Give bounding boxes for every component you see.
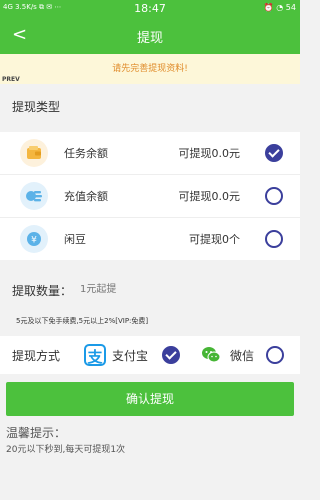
section-title-withdraw-type: 提现类型: [12, 100, 61, 114]
fee-note: 5元及以下免手续费,5元以上2%[VIP:免费]: [16, 317, 149, 325]
wallet-icon: [20, 139, 48, 167]
yen-icon: ¥: [20, 225, 48, 253]
withdraw-type-list: 任务余额 可提现0.0元 充值余额 可提现0.0元 ¥ 闲豆 可提现0个: [0, 132, 300, 260]
radio-recharge-balance[interactable]: [265, 187, 283, 205]
method-label: 提现方式: [12, 349, 61, 363]
prev-label: PREV: [2, 76, 20, 83]
option-task-balance[interactable]: 任务余额 可提现0.0元: [0, 132, 300, 174]
tips-title: 温馨提示：: [6, 426, 67, 440]
radio-task-balance[interactable]: [265, 144, 283, 162]
option-name: 充值余额: [64, 190, 108, 203]
confirm-withdraw-button[interactable]: 确认提现: [6, 382, 294, 416]
notice-banner[interactable]: 请先完善提现资料!: [0, 54, 300, 84]
page-title: 提现: [136, 31, 163, 46]
status-right-indicators: ⏰ ◔ 54: [263, 3, 296, 12]
nav-bar: < 提现: [0, 18, 300, 54]
svg-text:¥: ¥: [31, 236, 37, 246]
amount-input[interactable]: [80, 278, 280, 300]
option-available: 可提现0.0元: [178, 190, 241, 203]
wechat-icon[interactable]: [200, 344, 222, 366]
status-time: 18:47: [134, 2, 166, 15]
coins-icon: [20, 182, 48, 210]
withdraw-method-row: 提现方式 支 支付宝 微信: [0, 336, 300, 374]
wechat-label[interactable]: 微信: [230, 347, 254, 364]
alipay-label[interactable]: 支付宝: [112, 347, 148, 364]
radio-wechat[interactable]: [266, 346, 284, 364]
option-name: 闲豆: [64, 233, 86, 246]
tips-text: 20元以下秒到,每天可提现1次: [6, 445, 126, 455]
status-bar: 4G 3.5K/s ⧉ ✉ ⋯ 18:47 ⏰ ◔ 54: [0, 0, 300, 18]
option-recharge-balance[interactable]: 充值余额 可提现0.0元: [0, 175, 300, 217]
alipay-icon[interactable]: 支: [84, 344, 106, 366]
option-name: 任务余额: [64, 147, 108, 160]
option-xiandou[interactable]: ¥ 闲豆 可提现0个: [0, 218, 300, 260]
option-available: 可提现0个: [189, 233, 240, 246]
radio-xiandou[interactable]: [265, 230, 283, 248]
option-available: 可提现0.0元: [178, 147, 241, 160]
amount-label: 提取数量：: [12, 284, 73, 298]
radio-alipay[interactable]: [162, 346, 180, 364]
